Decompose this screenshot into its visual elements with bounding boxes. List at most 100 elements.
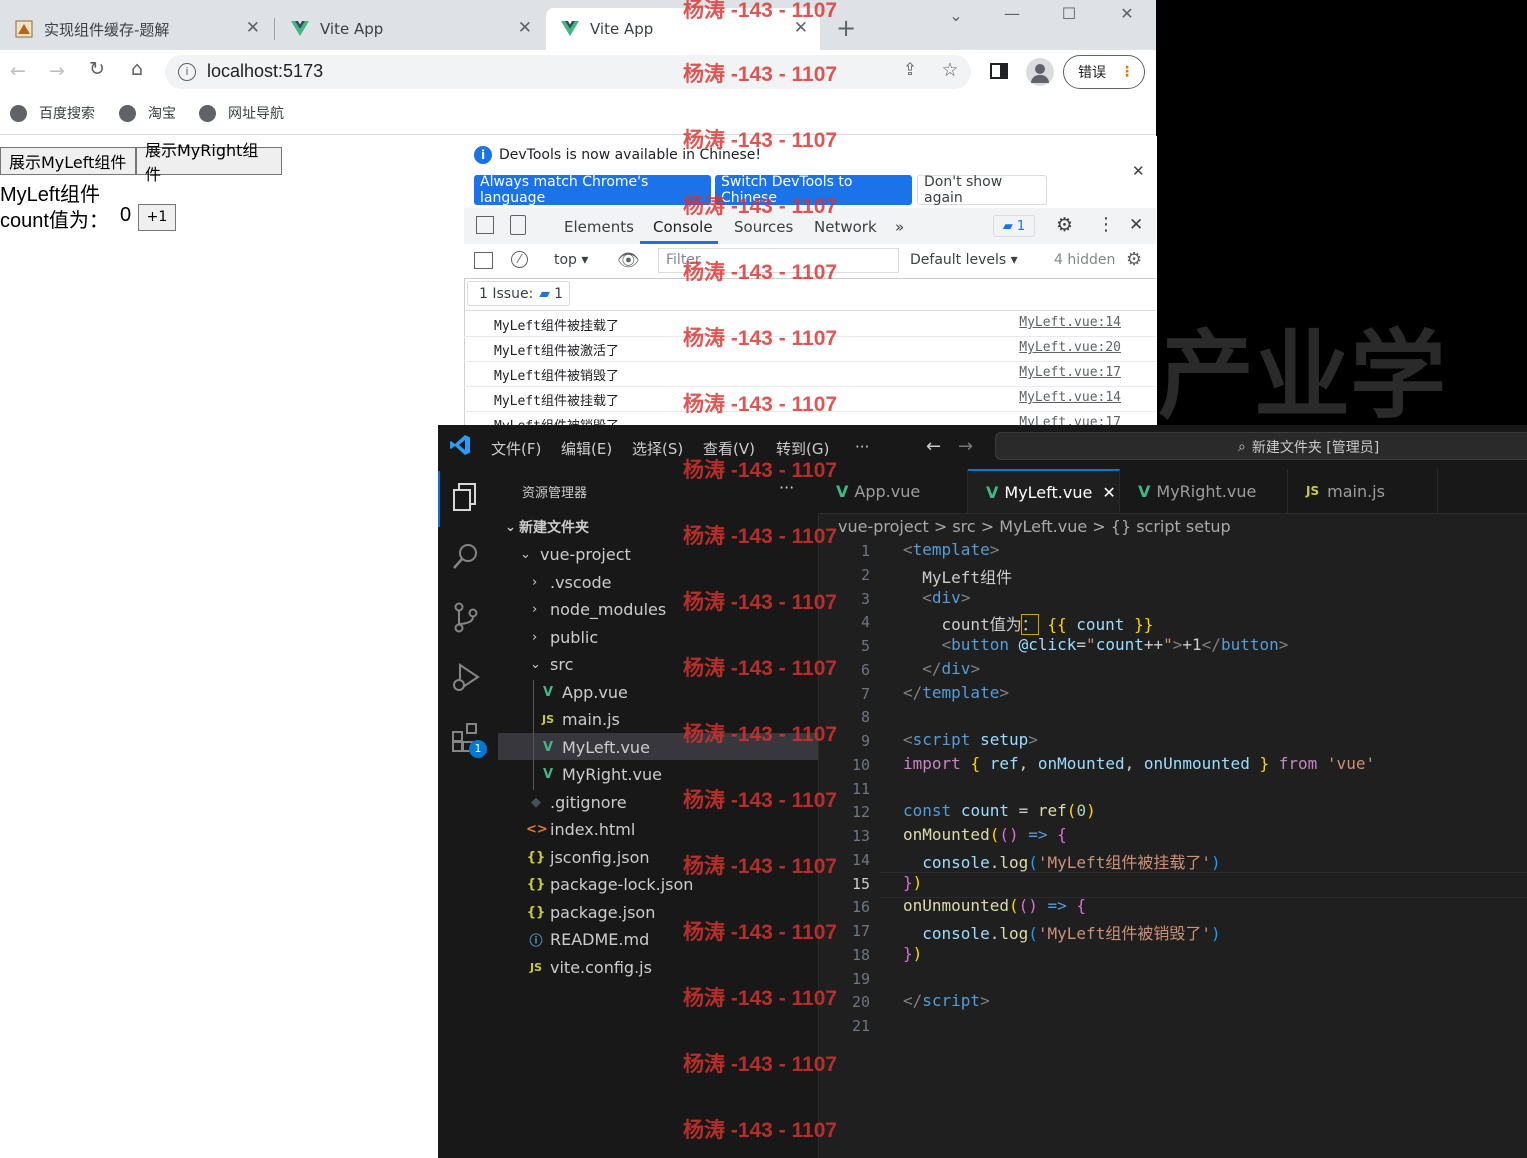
- tree-file-myright-vue[interactable]: V MyRight.vue: [538, 761, 662, 787]
- source-control-icon[interactable]: [450, 601, 486, 637]
- bookmark-baidu[interactable]: 百度搜索: [10, 103, 95, 123]
- component-title: MyLeft组件: [0, 184, 101, 206]
- watermark-text: 杨涛 -143 - 1107: [683, 657, 838, 680]
- globe-icon: [119, 104, 136, 122]
- editor-tab-myright-vue[interactable]: V MyRight.vue: [1120, 469, 1288, 513]
- tree-file-vite-config[interactable]: JS vite.config.js: [526, 954, 652, 980]
- browser-tab-2[interactable]: Vite App ✕: [276, 8, 544, 50]
- count-label: count值为：: [0, 210, 109, 232]
- inspect-element-icon[interactable]: [476, 216, 494, 234]
- profile-avatar-icon[interactable]: [1026, 58, 1054, 86]
- run-debug-icon[interactable]: [450, 661, 486, 697]
- reload-icon[interactable]: ↻: [83, 58, 111, 80]
- watermark-text: 杨涛 -143 - 1107: [683, 855, 838, 878]
- chevron-down-icon: ⌄: [530, 656, 541, 672]
- error-button[interactable]: 错误 ⋮: [1063, 55, 1145, 89]
- issues-counter[interactable]: ▰ 1: [993, 215, 1035, 237]
- minimize-icon[interactable]: —: [997, 4, 1027, 23]
- window-close-icon[interactable]: ✕: [1112, 4, 1142, 23]
- dont-show-again-button[interactable]: Don't show again: [917, 174, 1047, 206]
- editor-tab-app-vue[interactable]: V App.vue: [818, 469, 968, 513]
- tree-file-gitignore[interactable]: ◆ .gitignore: [526, 789, 627, 815]
- close-tab-icon[interactable]: ✕: [246, 18, 260, 38]
- site-info-icon[interactable]: i: [178, 63, 196, 81]
- tab-separator: [274, 18, 275, 40]
- devtools-close-icon[interactable]: ✕: [1129, 215, 1143, 235]
- show-myright-button[interactable]: 展示MyRight组件: [136, 141, 282, 184]
- maximize-icon[interactable]: ☐: [1054, 4, 1084, 23]
- watermark-text: 杨涛 -143 - 1107: [683, 195, 838, 218]
- editor-tab-main-js[interactable]: JS main.js: [1288, 469, 1438, 513]
- tree-folder-root[interactable]: ⌄ 新建文件夹: [505, 514, 589, 540]
- tab-network[interactable]: Network: [814, 218, 877, 236]
- show-myleft-button[interactable]: 展示MyLeft组件: [0, 147, 136, 175]
- infobar-close-icon[interactable]: ✕: [1132, 162, 1145, 180]
- json-file-icon: {}: [526, 876, 546, 892]
- extensions-badge: 1: [469, 740, 487, 758]
- nav-back-icon[interactable]: ←: [926, 436, 941, 457]
- tab-sources[interactable]: Sources: [734, 218, 793, 236]
- count-value: 0: [120, 204, 132, 226]
- home-icon[interactable]: ⌂: [123, 58, 151, 80]
- issues-button[interactable]: 1 Issue: ▰ 1: [467, 281, 570, 306]
- tree-file-readme[interactable]: ⓘ README.md: [526, 926, 649, 952]
- menu-edit[interactable]: 编辑(E): [561, 438, 612, 459]
- tree-file-index-html[interactable]: <> index.html: [526, 816, 635, 842]
- menu-file[interactable]: 文件(F): [491, 438, 541, 459]
- tree-folder-node-modules[interactable]: › node_modules: [532, 596, 666, 622]
- more-tabs-icon[interactable]: »: [895, 218, 904, 236]
- chevron-right-icon: ›: [532, 574, 538, 590]
- vscode-logo-icon: [449, 434, 471, 460]
- devtools-menu-icon[interactable]: ⋮: [1097, 214, 1115, 235]
- side-panel-icon[interactable]: [990, 63, 1008, 79]
- new-tab-icon[interactable]: +: [836, 14, 856, 42]
- tree-file-app-vue[interactable]: V App.vue: [538, 679, 628, 705]
- context-selector[interactable]: top ▾: [554, 252, 588, 268]
- log-levels-dropdown[interactable]: Default levels ▾: [910, 252, 1018, 268]
- tab-console[interactable]: Console: [653, 218, 713, 236]
- editor-tab-myleft-vue[interactable]: V MyLeft.vue ✕: [968, 469, 1120, 513]
- code-line: console.log('MyLeft组件被挂载了'): [922, 853, 1221, 872]
- browser-tab-1[interactable]: 实现组件缓存-题解 ✕: [0, 8, 272, 50]
- increment-button[interactable]: +1: [138, 204, 176, 231]
- tree-file-package-lock[interactable]: {} package-lock.json: [526, 871, 694, 897]
- live-expression-eye-icon[interactable]: 👁: [617, 250, 640, 271]
- close-tab-icon[interactable]: ✕: [518, 18, 532, 38]
- bookmark-nav[interactable]: 网址导航: [199, 103, 284, 123]
- code-line: onMounted(() => {: [903, 825, 1067, 844]
- tree-folder-src[interactable]: ⌄ src: [530, 651, 573, 677]
- search-icon[interactable]: [450, 541, 486, 577]
- code-line: <button @click="count++">+1</button>: [941, 635, 1289, 654]
- tab-search-icon[interactable]: ⌄: [941, 6, 971, 25]
- tree-file-main-js[interactable]: JS main.js: [538, 706, 620, 732]
- bookmark-star-icon[interactable]: ☆: [936, 59, 964, 81]
- tree-folder-vscode[interactable]: › .vscode: [532, 569, 611, 595]
- clear-console-icon[interactable]: ⁄: [511, 251, 528, 268]
- watermark-text: 杨涛 -143 - 1107: [683, 591, 838, 614]
- bookmark-taobao[interactable]: 淘宝: [119, 103, 176, 123]
- menu-more[interactable]: ···: [855, 438, 869, 456]
- watermark-text: 杨涛 -143 - 1107: [683, 327, 838, 350]
- close-editor-icon[interactable]: ✕: [1102, 483, 1115, 502]
- line-number: 7: [860, 684, 870, 703]
- tree-file-myleft-vue[interactable]: V MyLeft.vue: [538, 734, 650, 760]
- forward-icon[interactable]: →: [43, 60, 71, 82]
- tree-file-package-json[interactable]: {} package.json: [526, 899, 656, 925]
- device-toolbar-icon[interactable]: [510, 215, 526, 235]
- breadcrumb[interactable]: vue-project > src > MyLeft.vue > {} scri…: [838, 517, 1231, 536]
- settings-gear-icon[interactable]: ⚙: [1056, 214, 1073, 236]
- explorer-icon[interactable]: [450, 481, 486, 517]
- sidebar-toggle-icon[interactable]: [474, 252, 493, 269]
- console-settings-icon[interactable]: ⚙: [1126, 249, 1142, 270]
- tree-folder-public[interactable]: › public: [532, 624, 598, 650]
- back-icon[interactable]: ←: [4, 60, 32, 82]
- vue-file-icon: V: [542, 739, 554, 755]
- tree-file-jsconfig[interactable]: {} jsconfig.json: [526, 844, 650, 870]
- tree-folder-vue-project[interactable]: ⌄ vue-project: [520, 541, 631, 567]
- tab-elements[interactable]: Elements: [564, 218, 634, 236]
- always-match-language-button[interactable]: Always match Chrome's language: [474, 174, 711, 206]
- code-line: import { ref, onMounted, onUnmounted } f…: [903, 754, 1376, 773]
- share-icon[interactable]: ⇪: [896, 60, 924, 80]
- menu-selection[interactable]: 选择(S): [632, 438, 683, 459]
- nav-forward-icon[interactable]: →: [958, 436, 973, 457]
